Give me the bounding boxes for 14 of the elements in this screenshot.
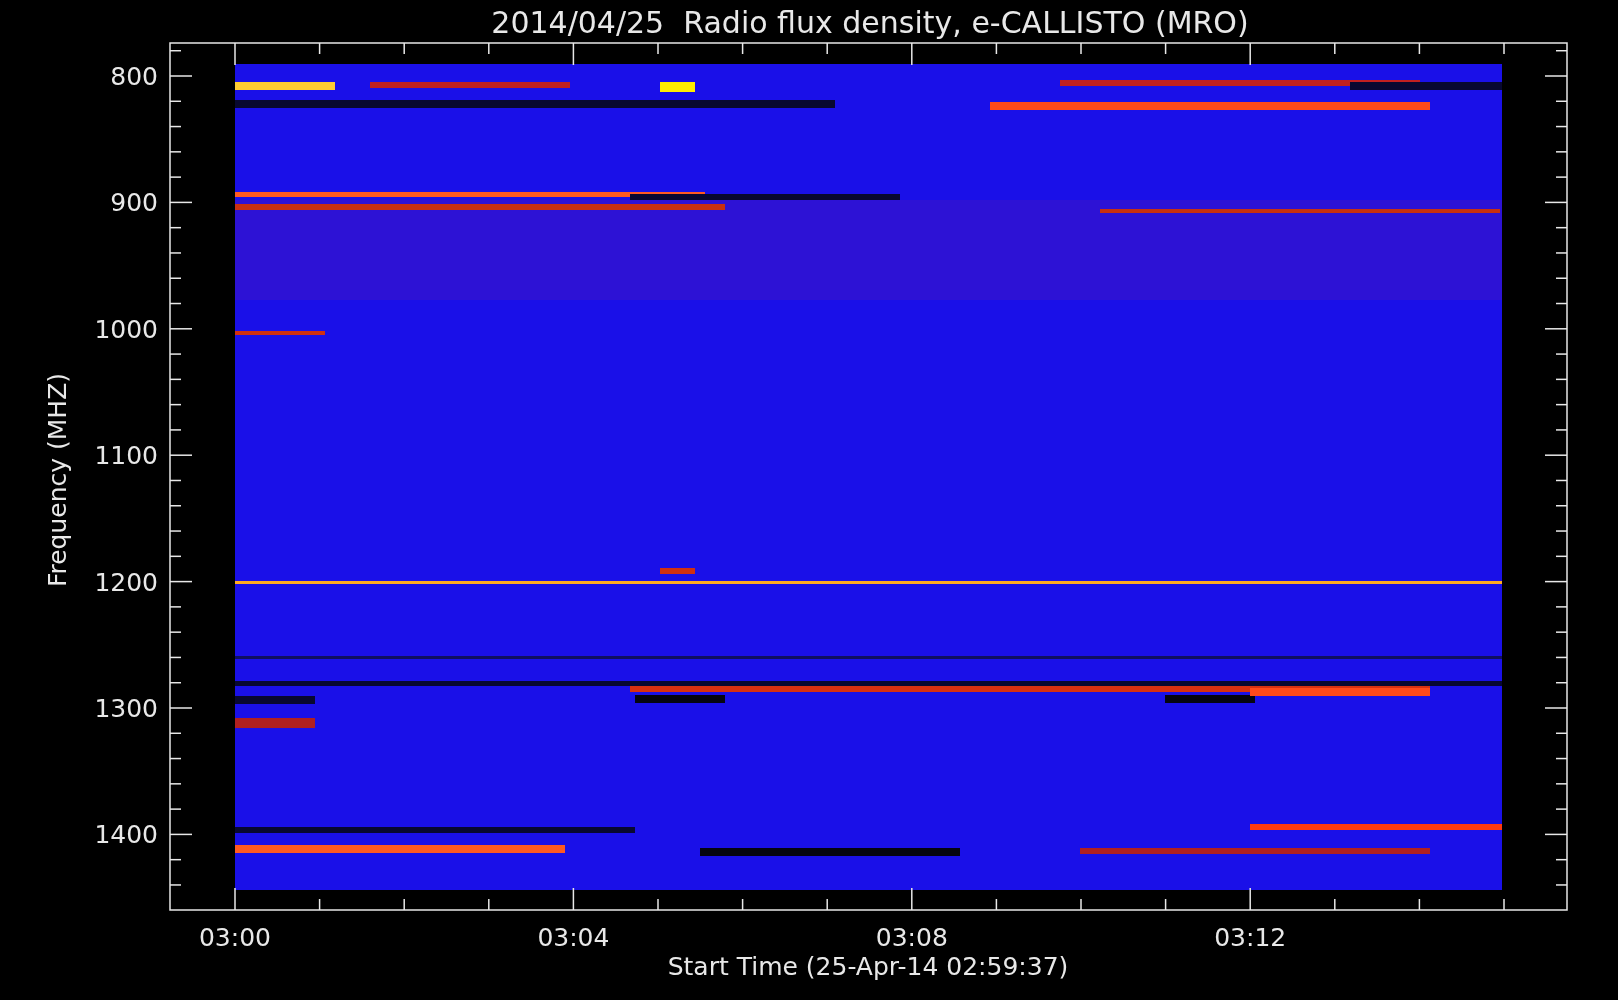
axis-tick-label: 1100 (94, 441, 158, 471)
axis-tick-label: 03:04 (537, 923, 610, 952)
axis-tick-label: 03:00 (199, 923, 271, 952)
axis-tick-label: 900 (110, 188, 158, 218)
axis-tick-label: 03:08 (875, 923, 948, 952)
axis-tick-label: 1000 (94, 314, 158, 344)
axis-title: Frequency (MHZ) (43, 372, 72, 588)
axis-tick-label: 1300 (94, 694, 158, 723)
axis-title: Start Time (25-Apr-14 02:59:37) (667, 952, 1069, 981)
axis-tick-label: 800 (110, 62, 158, 91)
chart-title: 2014/04/25 Radio flux density, e-CALLISTO (MRO) (491, 5, 1249, 40)
axis-tick-label: 1200 (94, 567, 158, 597)
axis-tick-label: 1400 (94, 820, 158, 850)
axis-tick-label: 03:12 (1214, 923, 1287, 952)
